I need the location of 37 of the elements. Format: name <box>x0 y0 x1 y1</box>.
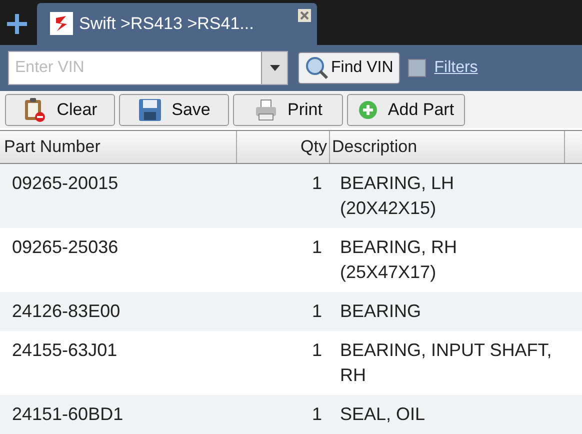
table-cell-text: SEAL, OIL <box>339 403 426 426</box>
table-cell-text: 24126-83E00 <box>11 300 122 323</box>
table-cell-text: BEARING, INPUT SHAFT, RH <box>339 339 553 387</box>
table-cell-text: 1 <box>310 339 323 362</box>
filters-link[interactable]: Filters <box>434 56 478 80</box>
table-cell-text: 1 <box>310 403 323 426</box>
dropdown-arrow-icon[interactable] <box>270 64 280 71</box>
vin-field[interactable]: Enter VIN <box>9 52 261 84</box>
find-vin-button[interactable]: Find VIN <box>298 52 400 84</box>
filters-checkbox[interactable] <box>408 58 426 77</box>
table-cell-text: 1 <box>310 172 323 195</box>
close-icon[interactable] <box>298 8 311 22</box>
add-button[interactable]: Add Part <box>347 94 465 126</box>
table-cell-text: BEARING, LH (20X42X15) <box>339 172 456 220</box>
magnifier-icon <box>305 56 329 80</box>
column-header[interactable]: Description <box>330 131 565 163</box>
table-cell-text: 1 <box>310 236 323 259</box>
clipboard-icon <box>22 96 47 123</box>
column-header[interactable]: Qty <box>237 131 330 163</box>
table-cell-text: 09265-20015 <box>11 172 120 195</box>
clear-button[interactable]: Clear <box>5 94 115 126</box>
table-cell-text: 24155-63J01 <box>11 339 118 362</box>
column-header[interactable]: Part Number <box>0 131 237 163</box>
plus-icon[interactable] <box>6 12 28 35</box>
table-cell-text: BEARING, RH (25X47X17) <box>339 236 458 284</box>
print-button[interactable]: Print <box>233 94 343 126</box>
table-cell-text: BEARING <box>339 300 422 323</box>
tab-title: Swift >RS413 >RS41... <box>79 12 254 35</box>
vin-combo-box[interactable]: Enter VIN <box>8 50 288 85</box>
table-cell-text: 1 <box>310 300 323 323</box>
save-button[interactable]: Save <box>119 94 229 126</box>
printer-icon <box>254 98 278 121</box>
table-cell-text: 09265-25036 <box>11 236 120 259</box>
plus-circle-icon <box>358 100 378 120</box>
logo-icon <box>50 12 73 36</box>
tab[interactable]: Swift >RS413 >RS41... <box>37 2 317 45</box>
table-cell-text: 24151-60BD1 <box>11 403 124 426</box>
